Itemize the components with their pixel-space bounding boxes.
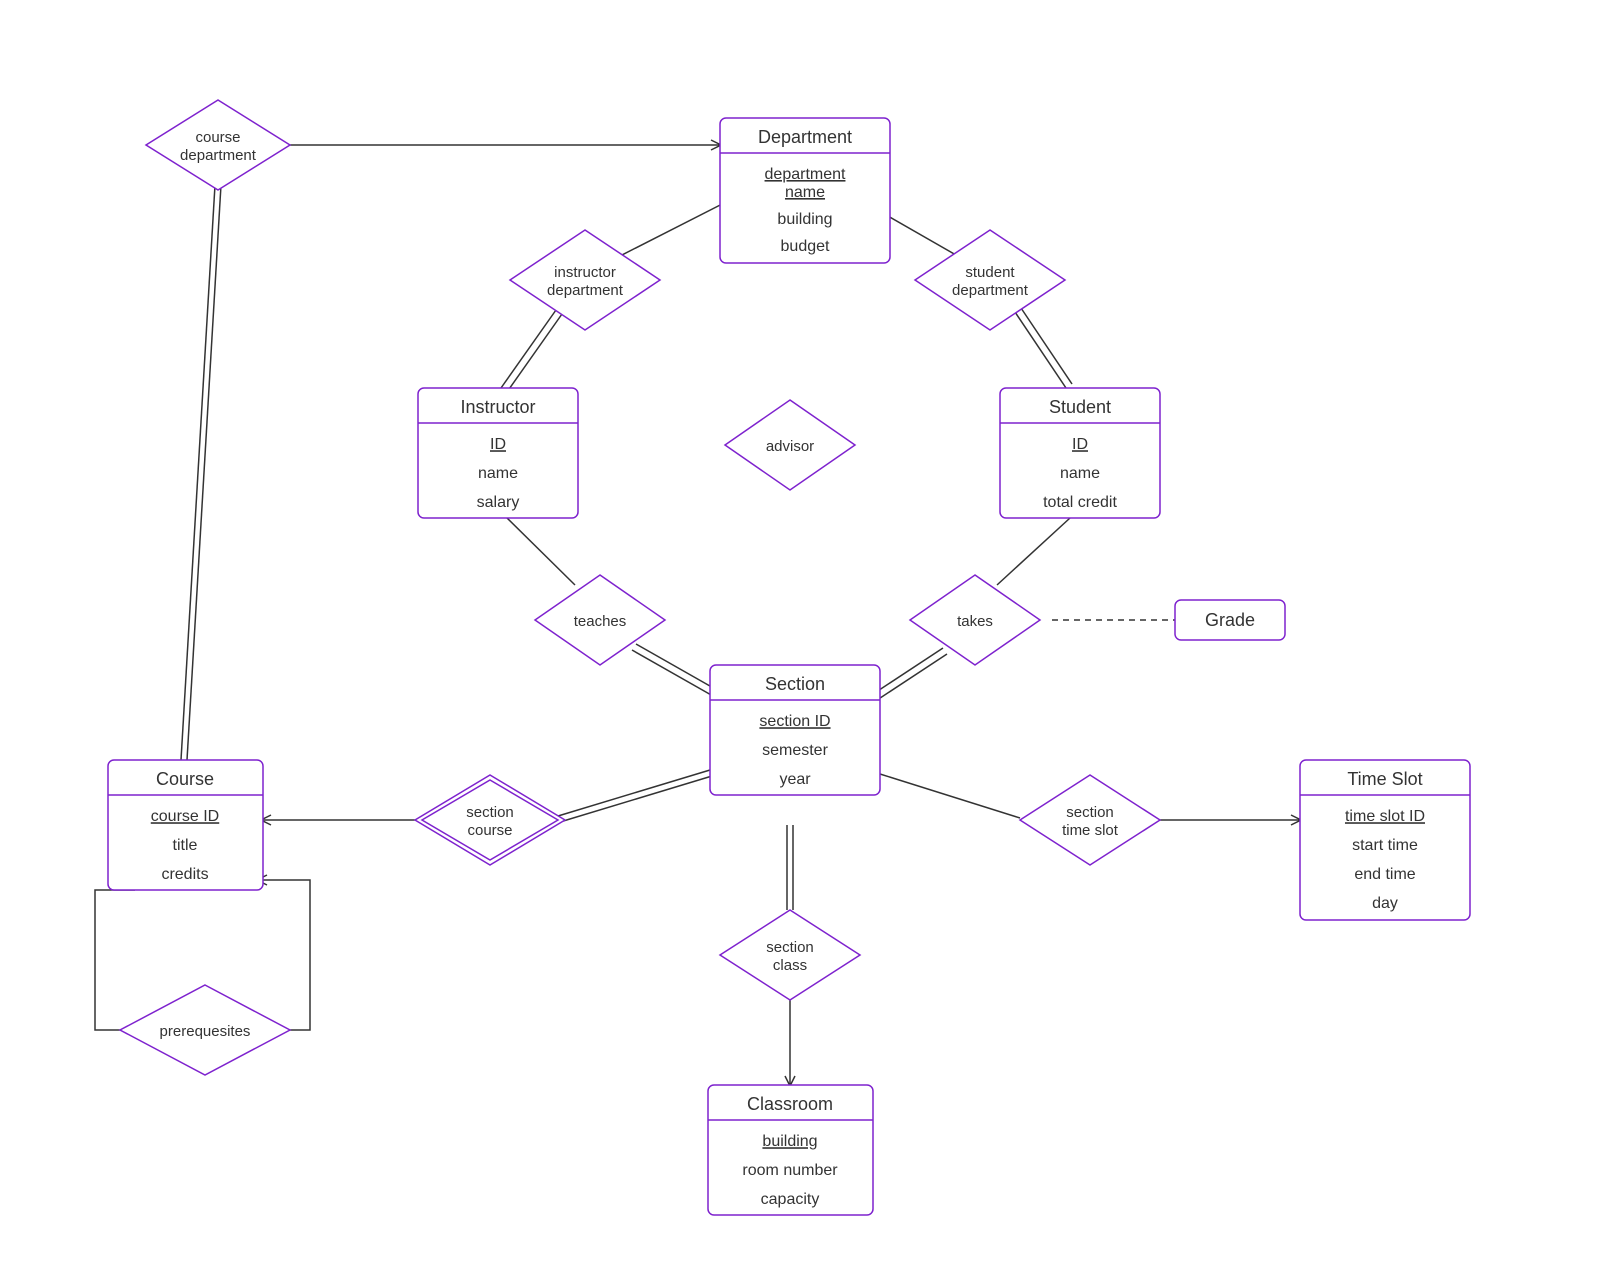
entity-classroom: Classroom building room number capacity <box>708 1085 873 1215</box>
entity-attr: day <box>1372 895 1398 912</box>
entity-attr: name <box>478 465 518 482</box>
entity-title: Instructor <box>460 397 535 417</box>
entity-attr: name <box>1060 465 1100 482</box>
relationship-section-class: section class <box>720 910 860 1000</box>
svg-text:section: section <box>1066 804 1114 821</box>
entity-title: Grade <box>1205 610 1255 630</box>
entity-key: course ID <box>151 808 219 825</box>
entity-attr: building <box>777 211 832 228</box>
entity-attr: credits <box>161 866 208 883</box>
svg-text:section: section <box>766 939 814 956</box>
entity-key: time slot ID <box>1345 808 1425 825</box>
entity-attr: capacity <box>761 1191 820 1208</box>
entity-title: Section <box>765 674 825 694</box>
relationship-prerequisites: prerequesites <box>120 985 290 1075</box>
svg-text:prerequesites: prerequesites <box>160 1023 251 1040</box>
entity-grade: Grade <box>1175 600 1285 640</box>
entity-attr: salary <box>477 494 520 511</box>
entity-instructor: Instructor ID name salary <box>418 388 578 518</box>
entity-attr: title <box>173 837 198 854</box>
svg-text:time slot: time slot <box>1062 822 1119 839</box>
entity-key: section ID <box>759 713 830 730</box>
entity-attr: end time <box>1354 866 1415 883</box>
entity-timeslot: Time Slot time slot ID start time end ti… <box>1300 760 1470 920</box>
entity-key: ID <box>1072 436 1088 453</box>
svg-text:department: department <box>952 282 1029 299</box>
svg-text:class: class <box>773 957 807 974</box>
relationship-section-course: section course <box>415 775 565 865</box>
entity-attr: total credit <box>1043 494 1117 511</box>
relationship-instructor-department: instructor department <box>510 230 660 330</box>
entity-title: Course <box>156 769 214 789</box>
entity-section: Section section ID semester year <box>710 665 880 795</box>
svg-text:takes: takes <box>957 613 993 630</box>
entity-title: Department <box>758 127 852 147</box>
relationship-teaches: teaches <box>535 575 665 665</box>
svg-text:student: student <box>965 264 1015 281</box>
relationship-section-timeslot: section time slot <box>1020 775 1160 865</box>
svg-text:course: course <box>195 129 240 146</box>
entity-attr: year <box>779 771 811 788</box>
entity-attr: start time <box>1352 837 1418 854</box>
entity-course: Course course ID title credits <box>108 760 263 890</box>
entity-key: building <box>762 1133 817 1150</box>
entity-title: Student <box>1049 397 1111 417</box>
entity-department: Department departmentname building budge… <box>720 118 890 263</box>
svg-text:section: section <box>466 804 514 821</box>
entity-attr: budget <box>781 238 830 255</box>
svg-text:advisor: advisor <box>766 438 814 455</box>
entity-key: ID <box>490 436 506 453</box>
relationship-advisor: advisor <box>725 400 855 490</box>
entity-attr: room number <box>742 1162 838 1179</box>
svg-text:teaches: teaches <box>574 613 627 630</box>
entity-title: Time Slot <box>1347 769 1422 789</box>
svg-text:instructor: instructor <box>554 264 616 281</box>
relationship-takes: takes <box>910 575 1040 665</box>
entity-attr: semester <box>762 742 828 759</box>
svg-text:department: department <box>547 282 624 299</box>
relationship-course-department: course department <box>146 100 290 190</box>
svg-text:course: course <box>467 822 512 839</box>
entity-title: Classroom <box>747 1094 833 1114</box>
svg-text:department: department <box>180 147 257 164</box>
entity-student: Student ID name total credit <box>1000 388 1160 518</box>
